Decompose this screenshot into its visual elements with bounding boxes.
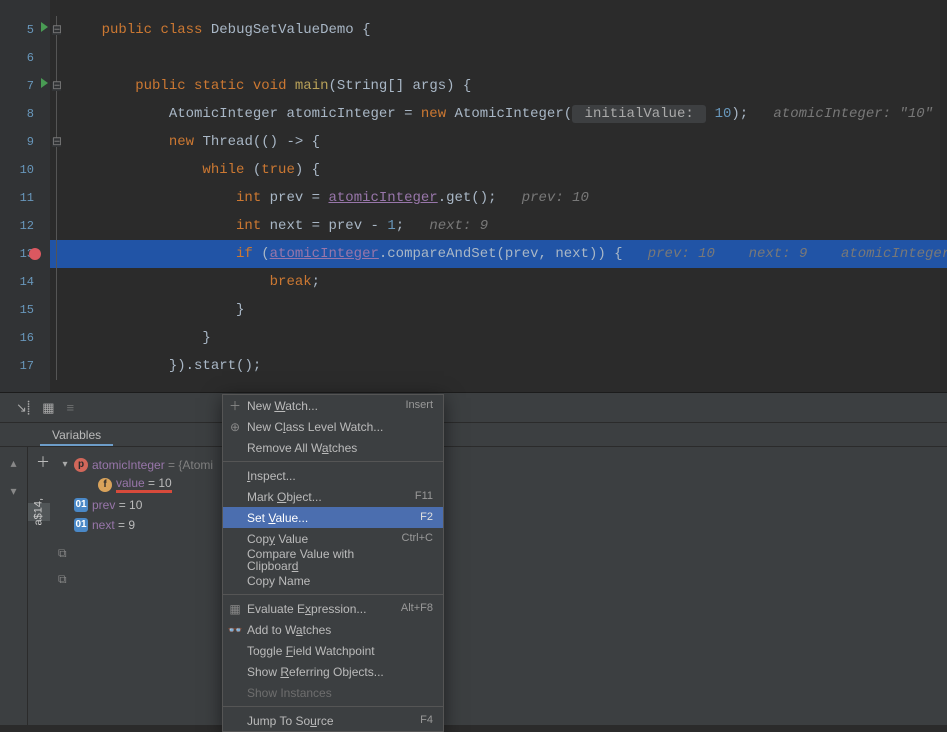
debug-tabs: Variables	[0, 423, 947, 447]
code-line[interactable]: ⊟ new Thread(() -> {	[50, 128, 947, 156]
menu-item-label: Remove All Watches	[247, 442, 389, 454]
menu-item[interactable]: Copy ValueCtrl+C	[223, 528, 443, 549]
tree-toggle-icon[interactable]: ▾	[60, 460, 70, 470]
debug-toolbar: ↘⸽ ▦ ≡	[0, 393, 947, 423]
collapse-up-icon[interactable]: ▴	[10, 457, 16, 469]
code-line[interactable]: }	[50, 324, 947, 352]
menu-item-label: Add to Watches	[247, 624, 389, 636]
copy-icon[interactable]: ⧉	[58, 547, 78, 559]
variable-row[interactable]: ▾ p atomicInteger = {Atomi	[28, 455, 947, 475]
variable-label: prev = 10	[92, 499, 142, 511]
menu-item-shortcut: Ctrl+C	[389, 533, 443, 544]
fold-icon[interactable]: ⊟	[52, 26, 61, 35]
breakpoint-icon[interactable]	[29, 248, 41, 260]
menu-item-label: Set Value...	[247, 512, 389, 524]
debug-side-tools: ⧉ ⧉	[58, 547, 78, 585]
menu-item-shortcut: F11	[389, 491, 443, 502]
editor-gutter: 567891011121314151617	[0, 0, 50, 392]
menu-item-label: New Watch...	[247, 400, 389, 412]
menu-item-label: New Class Level Watch...	[247, 421, 389, 433]
run-icon[interactable]	[41, 22, 48, 32]
variable-kind-icon: p	[74, 458, 88, 472]
menu-item[interactable]: Mark Object...F11	[223, 486, 443, 507]
variable-label: atomicInteger = {Atomi	[92, 459, 213, 471]
code-line[interactable]: ⊟ public class DebugSetValueDemo {	[50, 16, 947, 44]
menu-item-icon: ▦	[223, 603, 247, 615]
menu-item-shortcut: Alt+F8	[389, 603, 443, 614]
variable-row[interactable]: 01 next = 9	[28, 515, 947, 535]
menu-item[interactable]: Remove All Watches	[223, 437, 443, 458]
variable-kind-icon: 01	[74, 518, 88, 532]
menu-item[interactable]: ＋New Watch...Insert	[223, 395, 443, 416]
settings-icon[interactable]: ≡	[67, 401, 75, 414]
calculator-icon[interactable]: ▦	[42, 401, 54, 414]
code-line[interactable]: if (atomicInteger.compareAndSet(prev, ne…	[50, 240, 947, 268]
debug-left-gutter: ▴ ▾	[0, 447, 28, 725]
code-line[interactable]: AtomicInteger atomicInteger = new Atomic…	[50, 100, 947, 128]
variables-tree[interactable]: a$14, ⧉ ⧉ ＋ ▾ p atomicInteger = {Atomi f va…	[28, 447, 947, 725]
menu-item-label: Copy Value	[247, 533, 389, 545]
menu-item-icon: 👓	[223, 624, 247, 636]
menu-item-shortcut: Insert	[389, 400, 443, 411]
variable-label: value = 10	[116, 477, 172, 493]
menu-item[interactable]: ▦Evaluate Expression...Alt+F8	[223, 598, 443, 619]
menu-item[interactable]: ⊕New Class Level Watch...	[223, 416, 443, 437]
menu-item[interactable]: Copy Name	[223, 570, 443, 591]
code-line[interactable]: }	[50, 296, 947, 324]
frames-tab[interactable]: a$14,	[28, 503, 50, 521]
run-icon[interactable]	[41, 78, 48, 88]
code-line[interactable]: break;	[50, 268, 947, 296]
menu-item-label: Toggle Field Watchpoint	[247, 645, 389, 657]
code-line[interactable]	[50, 44, 947, 72]
code-line[interactable]: int next = prev - 1; next: 9	[50, 212, 947, 240]
code-line[interactable]: ⊟ public static void main(String[] args)…	[50, 72, 947, 100]
code-line[interactable]: while (true) {	[50, 156, 947, 184]
editor-code-area[interactable]: ⊟ public class DebugSetValueDemo { ⊟ publ…	[50, 0, 947, 392]
variable-row[interactable]: f value = 10	[28, 475, 947, 495]
menu-item[interactable]: 👓Add to Watches	[223, 619, 443, 640]
menu-item-label: Show Instances	[247, 687, 389, 699]
code-line[interactable]: }).start();	[50, 352, 947, 380]
code-editor[interactable]: 567891011121314151617 ⊟ public class Deb…	[0, 0, 947, 393]
collapse-down-icon[interactable]: ▾	[10, 485, 16, 497]
variable-kind-icon: 01	[74, 498, 88, 512]
menu-item[interactable]: Set Value...F2	[223, 507, 443, 528]
variable-row[interactable]: 01 prev = 10	[28, 495, 947, 515]
menu-item[interactable]: Inspect...	[223, 465, 443, 486]
debug-panel: ↘⸽ ▦ ≡ Variables ▴ ▾ a$14, ⧉ ⧉ ＋ ▾ p atomi…	[0, 393, 947, 725]
menu-item-label: Evaluate Expression...	[247, 603, 389, 615]
fold-icon[interactable]: ⊟	[52, 138, 61, 147]
tab-variables[interactable]: Variables	[40, 425, 113, 446]
menu-item-shortcut: F4	[389, 715, 443, 726]
menu-item[interactable]: Show Referring Objects...	[223, 661, 443, 682]
step-into-icon[interactable]: ↘⸽	[16, 401, 30, 414]
menu-item-icon: ⊕	[223, 421, 247, 433]
code-line[interactable]: int prev = atomicInteger.get(); prev: 10	[50, 184, 947, 212]
menu-item[interactable]: Toggle Field Watchpoint	[223, 640, 443, 661]
menu-item-label: Inspect...	[247, 470, 389, 482]
menu-item[interactable]: Compare Value with Clipboard	[223, 549, 443, 570]
menu-item[interactable]: Jump To SourceF4	[223, 710, 443, 731]
link-icon[interactable]: ⧉	[58, 573, 78, 585]
menu-item-label: Copy Name	[247, 575, 389, 587]
variable-kind-icon: f	[98, 478, 112, 492]
context-menu[interactable]: ＋New Watch...Insert⊕New Class Level Watc…	[222, 394, 444, 732]
menu-item-icon: ＋	[223, 400, 247, 412]
menu-item: Show Instances	[223, 682, 443, 703]
add-watch-icon[interactable]: ＋	[36, 455, 50, 469]
menu-item-label: Compare Value with Clipboard	[247, 548, 389, 572]
menu-item-label: Mark Object...	[247, 491, 389, 503]
fold-icon[interactable]: ⊟	[52, 82, 61, 91]
variable-label: next = 9	[92, 519, 135, 531]
menu-item-shortcut: F2	[389, 512, 443, 523]
menu-item-label: Show Referring Objects...	[247, 666, 389, 678]
